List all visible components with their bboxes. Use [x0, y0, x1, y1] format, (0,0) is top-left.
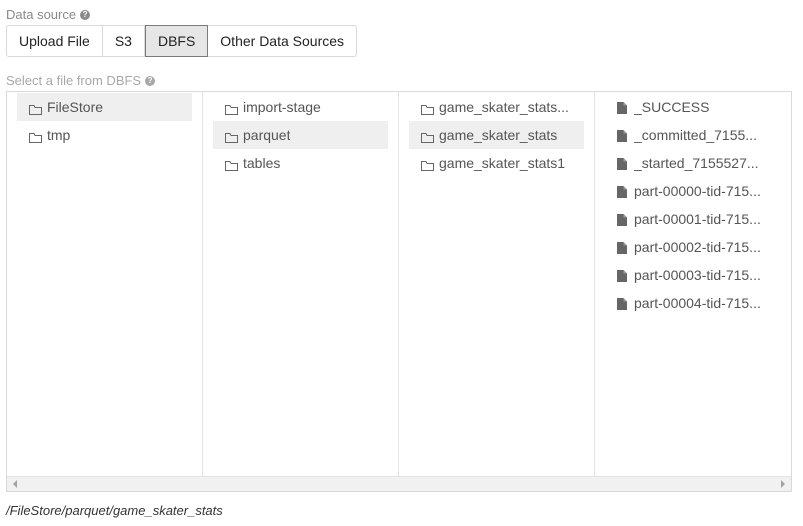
- file-item[interactable]: _started_7155527...: [605, 149, 781, 177]
- scroll-left-arrow-icon[interactable]: [13, 480, 17, 488]
- file-browser-columns: FileStore tmp import-stage parquet tables g…: [7, 92, 791, 476]
- help-icon[interactable]: ?: [145, 75, 156, 86]
- dbfs-file-picker: Data source ? Upload File S3 DBFS Other …: [0, 0, 803, 526]
- file-icon: [617, 241, 627, 254]
- file-icon: [617, 101, 627, 114]
- file-icon: [617, 269, 627, 282]
- data-source-label: Data source: [6, 7, 77, 22]
- file-name: _committed_7155...: [634, 127, 757, 143]
- file-icon: [617, 213, 627, 226]
- file-name: part-00004-tid-715...: [634, 295, 761, 311]
- folder-item[interactable]: FileStore: [17, 93, 192, 121]
- folder-name: FileStore: [47, 99, 104, 115]
- file-name: part-00003-tid-715...: [634, 267, 761, 283]
- file-item[interactable]: part-00004-tid-715...: [605, 289, 781, 317]
- file-name: _started_7155527...: [634, 155, 759, 171]
- folder-item[interactable]: game_skater_stats...: [409, 93, 584, 121]
- folder-name: tables: [243, 155, 281, 171]
- file-icon: [617, 157, 627, 170]
- file-item[interactable]: _committed_7155...: [605, 121, 781, 149]
- scroll-right-arrow-icon[interactable]: [781, 480, 785, 488]
- tab-dbfs[interactable]: DBFS: [144, 25, 209, 57]
- file-item[interactable]: part-00000-tid-715...: [605, 177, 781, 205]
- folder-icon: [225, 102, 238, 115]
- folder-item[interactable]: game_skater_stats1: [409, 149, 584, 177]
- folder-name: import-stage: [243, 99, 321, 115]
- file-icon: [617, 297, 627, 310]
- select-file-label-row: Select a file from DBFS ?: [6, 73, 156, 88]
- file-item[interactable]: part-00002-tid-715...: [605, 233, 781, 261]
- folder-item[interactable]: game_skater_stats: [409, 121, 584, 149]
- folder-name: tmp: [47, 127, 71, 143]
- data-source-tabs: Upload File S3 DBFS Other Data Sources: [6, 25, 358, 57]
- file-browser-column-3[interactable]: game_skater_stats... game_skater_statsgam…: [399, 92, 595, 476]
- file-browser: FileStore tmp import-stage parquet tables g…: [6, 91, 792, 492]
- folder-icon: [225, 130, 238, 143]
- folder-icon: [29, 130, 42, 143]
- file-browser-column-2[interactable]: import-stage parquet tables: [203, 92, 399, 476]
- tab-other-data-sources[interactable]: Other Data Sources: [208, 26, 356, 56]
- horizontal-scrollbar[interactable]: [7, 476, 791, 491]
- data-source-label-row: Data source ?: [6, 7, 91, 22]
- help-icon[interactable]: ?: [80, 9, 91, 20]
- file-item[interactable]: _SUCCESS: [605, 93, 781, 121]
- folder-item[interactable]: tables: [213, 149, 388, 177]
- folder-icon: [29, 102, 42, 115]
- file-item[interactable]: part-00003-tid-715...: [605, 261, 781, 289]
- file-name: part-00000-tid-715...: [634, 183, 761, 199]
- folder-name: game_skater_stats...: [439, 99, 569, 115]
- folder-name: parquet: [243, 127, 291, 143]
- folder-icon: [421, 158, 434, 171]
- file-name: part-00002-tid-715...: [634, 239, 761, 255]
- select-file-label: Select a file from DBFS: [6, 73, 142, 88]
- folder-name: game_skater_stats: [439, 127, 558, 143]
- tab-upload-file[interactable]: Upload File: [7, 26, 103, 56]
- file-icon: [617, 129, 627, 142]
- folder-item[interactable]: parquet: [213, 121, 388, 149]
- tab-s3[interactable]: S3: [103, 26, 145, 56]
- folder-icon: [421, 130, 434, 143]
- selected-path: /FileStore/parquet/game_skater_stats: [6, 503, 223, 518]
- folder-item[interactable]: tmp: [17, 121, 192, 149]
- folder-item[interactable]: import-stage: [213, 93, 388, 121]
- file-browser-column-1[interactable]: FileStore tmp: [7, 92, 203, 476]
- folder-name: game_skater_stats1: [439, 155, 566, 171]
- file-browser-column-4[interactable]: _SUCCESS _committed_7155... _started_71555…: [595, 92, 791, 476]
- file-name: part-00001-tid-715...: [634, 211, 761, 227]
- file-item[interactable]: part-00001-tid-715...: [605, 205, 781, 233]
- folder-icon: [421, 102, 434, 115]
- file-icon: [617, 185, 627, 198]
- file-name: _SUCCESS: [634, 99, 710, 115]
- folder-icon: [225, 158, 238, 171]
